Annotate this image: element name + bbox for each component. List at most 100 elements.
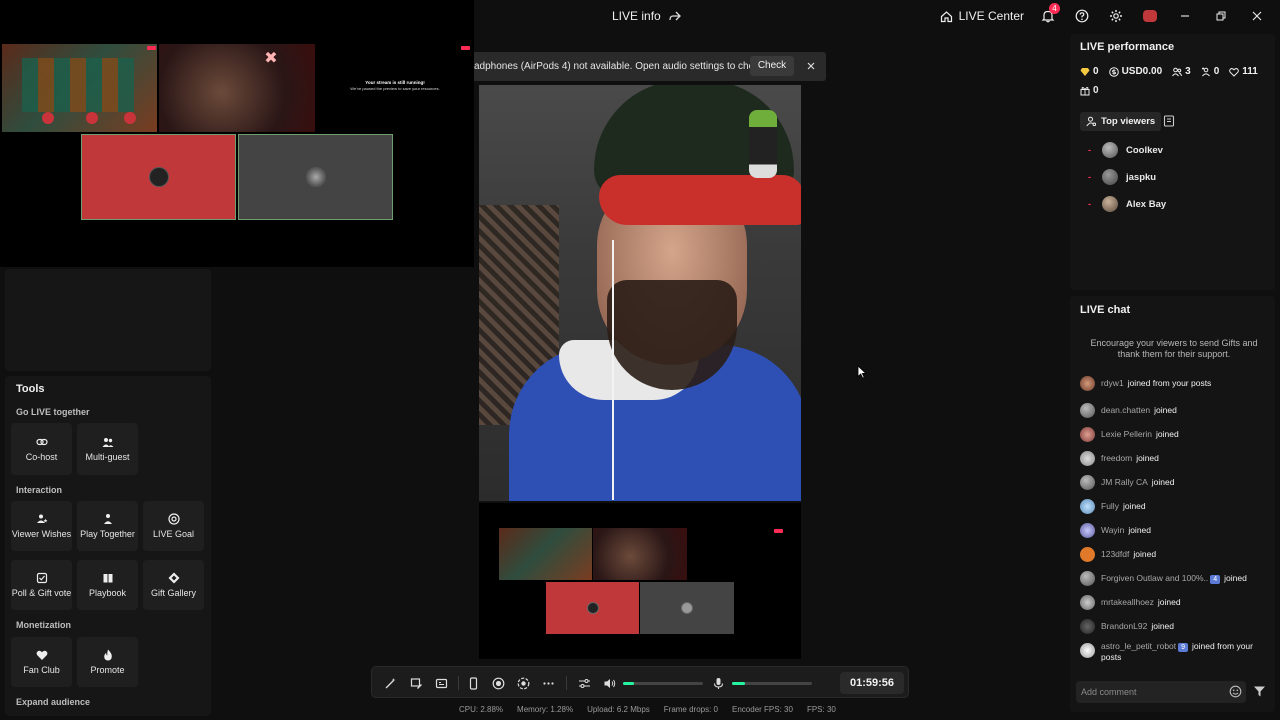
chat-username: Lexie Pellerin [1101, 429, 1153, 439]
minimize-button[interactable] [1174, 6, 1196, 26]
chat-username: Wayin [1101, 525, 1125, 535]
close-window-button[interactable] [1246, 6, 1268, 26]
live-goal-button[interactable]: LIVE Goal [143, 501, 204, 551]
speaker-button[interactable] [601, 675, 617, 691]
viewer-wishes-button[interactable]: Viewer Wishes [11, 501, 72, 551]
people-icon [102, 438, 113, 447]
game-chip [86, 112, 98, 124]
restore-button[interactable] [1210, 6, 1232, 26]
performance-metrics: 0 USD0.00 3 0 111 [1080, 66, 1258, 77]
chat-message[interactable]: dean.chatten joined [1080, 403, 1272, 418]
webcam-thumbnail: ✖ [159, 44, 315, 132]
mini-guest-tile [640, 582, 734, 634]
avatar [1080, 403, 1095, 418]
stream-timer: 01:59:56 [840, 672, 904, 694]
avatar [1102, 142, 1118, 158]
fan-club-button[interactable]: Fan Club [11, 637, 72, 687]
new-followers-metric: 0 [1201, 66, 1219, 77]
portrait-mode-button[interactable] [465, 675, 481, 691]
chat-message[interactable]: JM Rally CA joined [1080, 475, 1272, 490]
top-viewer-row[interactable]: - Alex Bay [1088, 196, 1166, 212]
guest-avatar [305, 167, 326, 187]
notifications-button[interactable]: 4 [1038, 3, 1060, 26]
top-viewer-row[interactable]: - jaspku [1088, 169, 1156, 185]
add-comment-input[interactable]: Add comment [1076, 681, 1246, 703]
play-together-button[interactable]: Play Together [77, 501, 138, 551]
chat-action: joined from your posts [1127, 378, 1212, 388]
gift-gallery-button[interactable]: Gift Gallery [143, 560, 204, 610]
multiguest-button[interactable]: Multi-guest [77, 423, 138, 475]
chat-message[interactable]: rdyw1 joined from your posts [1080, 376, 1272, 391]
camera-video[interactable] [479, 85, 801, 501]
chat-message[interactable]: freedom joined [1080, 451, 1272, 466]
chat-message[interactable]: Forgiven Outlaw and 100%.. 4 joined [1080, 571, 1272, 586]
close-alert-icon[interactable] [804, 59, 818, 73]
chat-username: Forgiven Outlaw and 100%.. [1101, 573, 1209, 583]
camera-focus-button[interactable] [515, 675, 531, 691]
chat-action: joined [1136, 453, 1159, 463]
live-goal-label: LIVE Goal [152, 529, 195, 539]
mic-button[interactable] [710, 675, 726, 691]
live-center-button[interactable]: LIVE Center [940, 9, 1024, 23]
record-button[interactable] [490, 675, 506, 691]
viewers-icon [1172, 67, 1183, 76]
avatar [1080, 523, 1095, 538]
settings-button[interactable] [1106, 6, 1126, 26]
magic-wand-icon [385, 677, 395, 688]
link-icon [35, 438, 48, 446]
speaker-volume-slider[interactable] [623, 682, 703, 685]
divider [458, 676, 459, 690]
diamond-icon [1080, 67, 1090, 76]
profile-avatar[interactable] [1140, 6, 1160, 26]
help-button[interactable] [1072, 6, 1092, 26]
chat-message[interactable]: Wayin joined [1080, 523, 1272, 538]
effects-button[interactable] [382, 675, 398, 691]
layout-mini-preview[interactable] [479, 503, 801, 659]
tab-viewer-list-icon[interactable] [1162, 114, 1176, 128]
speaker-icon [604, 678, 615, 688]
filter-send-icon[interactable] [1253, 685, 1266, 698]
chat-message[interactable]: 123dfdf joined [1080, 547, 1272, 562]
chat-username: JM Rally CA [1101, 477, 1148, 487]
audio-settings-button[interactable] [576, 675, 592, 691]
poll-icon [36, 572, 47, 584]
live-info-title[interactable]: LIVE info [612, 9, 681, 23]
top-viewer-row[interactable]: - Coolkev [1088, 142, 1163, 158]
target-icon [167, 513, 180, 525]
viewer-wishes-label: Viewer Wishes [11, 529, 72, 539]
chat-action: joined [1157, 597, 1181, 607]
chat-message[interactable]: mrtakeallhoez joined [1080, 595, 1272, 610]
guest-tile[interactable] [238, 134, 393, 220]
person-play-icon [103, 514, 112, 524]
playbook-button[interactable]: Playbook [77, 560, 138, 610]
promote-button[interactable]: Promote [77, 637, 138, 687]
chat-message[interactable]: astro_le_petit_robot 9 joined from your po… [1080, 641, 1272, 663]
likes-metric: 111 [1229, 66, 1258, 77]
emoji-icon[interactable] [1229, 685, 1242, 698]
fan-club-label: Fan Club [23, 665, 60, 675]
chat-message[interactable]: Fully joined [1080, 499, 1272, 514]
stream-preview[interactable]: ✖ Your stream is still running! We've pa… [0, 0, 474, 267]
poll-gift-vote-button[interactable]: Poll & Gift vote [11, 560, 72, 610]
guest-tile[interactable] [81, 134, 236, 220]
viewer-rank: - [1088, 198, 1092, 210]
gift-icon [1080, 86, 1090, 95]
tab-top-viewers[interactable]: Top viewers [1080, 112, 1162, 131]
chat-message[interactable]: BrandonL92 joined [1080, 619, 1272, 634]
share-icon[interactable] [669, 10, 681, 22]
stream-stats: CPU: 2.88% Memory: 1.28% Upload: 6.2 Mbp… [459, 705, 836, 714]
check-audio-button[interactable]: Check [750, 56, 794, 76]
captions-button[interactable] [433, 675, 449, 691]
chat-action: joined [1133, 549, 1157, 559]
more-button[interactable] [540, 675, 556, 691]
viewers-metric: 3 [1172, 66, 1191, 77]
mic-volume-slider[interactable] [732, 682, 812, 685]
chat-message[interactable]: Lexie Pellerin joined [1080, 427, 1272, 442]
cpu-stat: CPU: 2.88% [459, 705, 504, 714]
cohost-button[interactable]: Co-host [11, 423, 72, 475]
earphone-cable [612, 240, 614, 500]
chat-username: freedom [1101, 453, 1133, 463]
chat-username: dean.chatten [1101, 405, 1151, 415]
scene-edit-button[interactable] [408, 675, 424, 691]
earnings-metric: USD0.00 [1108, 66, 1162, 77]
